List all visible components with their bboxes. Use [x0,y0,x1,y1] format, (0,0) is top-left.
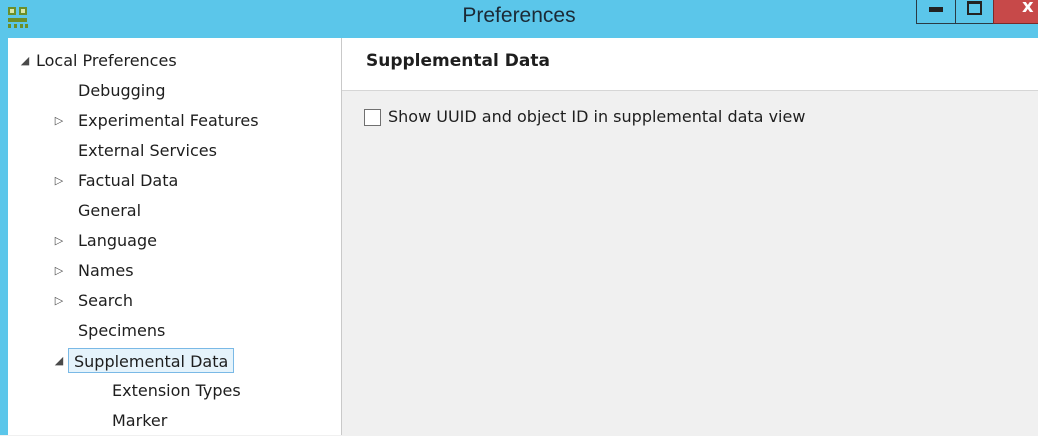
expanded-arrow-icon[interactable]: ◢ [18,46,32,76]
maximize-icon [967,1,982,15]
preference-page: Supplemental Data Show UUID and object I… [342,38,1038,435]
page-header: Supplemental Data [342,38,1038,91]
maximize-button[interactable] [955,0,994,24]
tree-item-label: Language [78,231,157,250]
preferences-window: Preferences x ◢ Local Preferences Debugg… [0,0,1038,435]
tree-item-label: Marker [112,411,168,430]
tree-item-label: Local Preferences [36,51,177,70]
tree-item-label: Search [78,291,133,310]
collapsed-arrow-icon[interactable]: ▷ [52,106,66,136]
window-title: Preferences [462,4,576,27]
close-button[interactable]: x [993,0,1038,24]
close-icon: x [1022,0,1034,17]
show-uuid-checkbox[interactable] [364,109,381,126]
collapsed-arrow-icon[interactable]: ▷ [52,166,66,196]
dialog-client-area: ◢ Local Preferences Debugging ▷ Experime… [8,38,1038,435]
tree-item-label: Experimental Features [78,111,259,130]
collapsed-arrow-icon[interactable]: ▷ [52,286,66,316]
preferences-tree: ◢ Local Preferences Debugging ▷ Experime… [8,38,342,435]
minimize-button[interactable] [916,0,956,24]
tree-item-label: Specimens [78,321,166,340]
minimize-icon [929,7,943,12]
tree-item-label: General [78,201,142,220]
tree-item-label: Extension Types [112,381,241,400]
tree-item-label: Names [78,261,134,280]
title-bar[interactable]: Preferences x [0,0,1038,38]
tree-item-label: External Services [78,141,217,160]
tree-item-label: Factual Data [78,171,179,190]
tree-item-label: Debugging [78,81,166,100]
collapsed-arrow-icon[interactable]: ▷ [52,226,66,256]
page-title: Supplemental Data [366,51,550,71]
show-uuid-label[interactable]: Show UUID and object ID in supplemental … [388,106,805,128]
expanded-arrow-icon[interactable]: ◢ [52,346,66,376]
collapsed-arrow-icon[interactable]: ▷ [52,256,66,286]
tree-item-label: Supplemental Data [68,348,235,373]
